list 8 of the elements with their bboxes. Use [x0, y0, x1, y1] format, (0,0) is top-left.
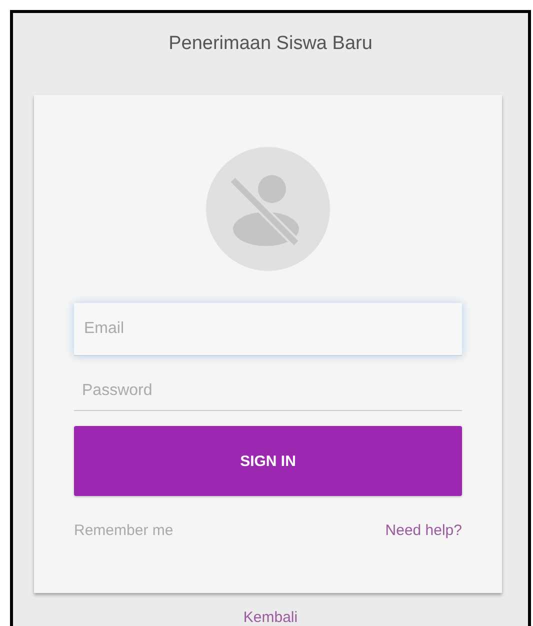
password-field[interactable]: Password: [74, 371, 462, 411]
page-title: Penerimaan Siswa Baru: [168, 33, 372, 55]
need-help-link[interactable]: Need help?: [385, 522, 462, 539]
remember-me-label: Remember me: [74, 522, 174, 539]
user-off-icon: [206, 147, 330, 271]
email-field[interactable]: Email: [74, 303, 462, 356]
back-link[interactable]: Kembali: [243, 609, 298, 626]
sign-in-button[interactable]: SIGN IN: [74, 426, 462, 496]
